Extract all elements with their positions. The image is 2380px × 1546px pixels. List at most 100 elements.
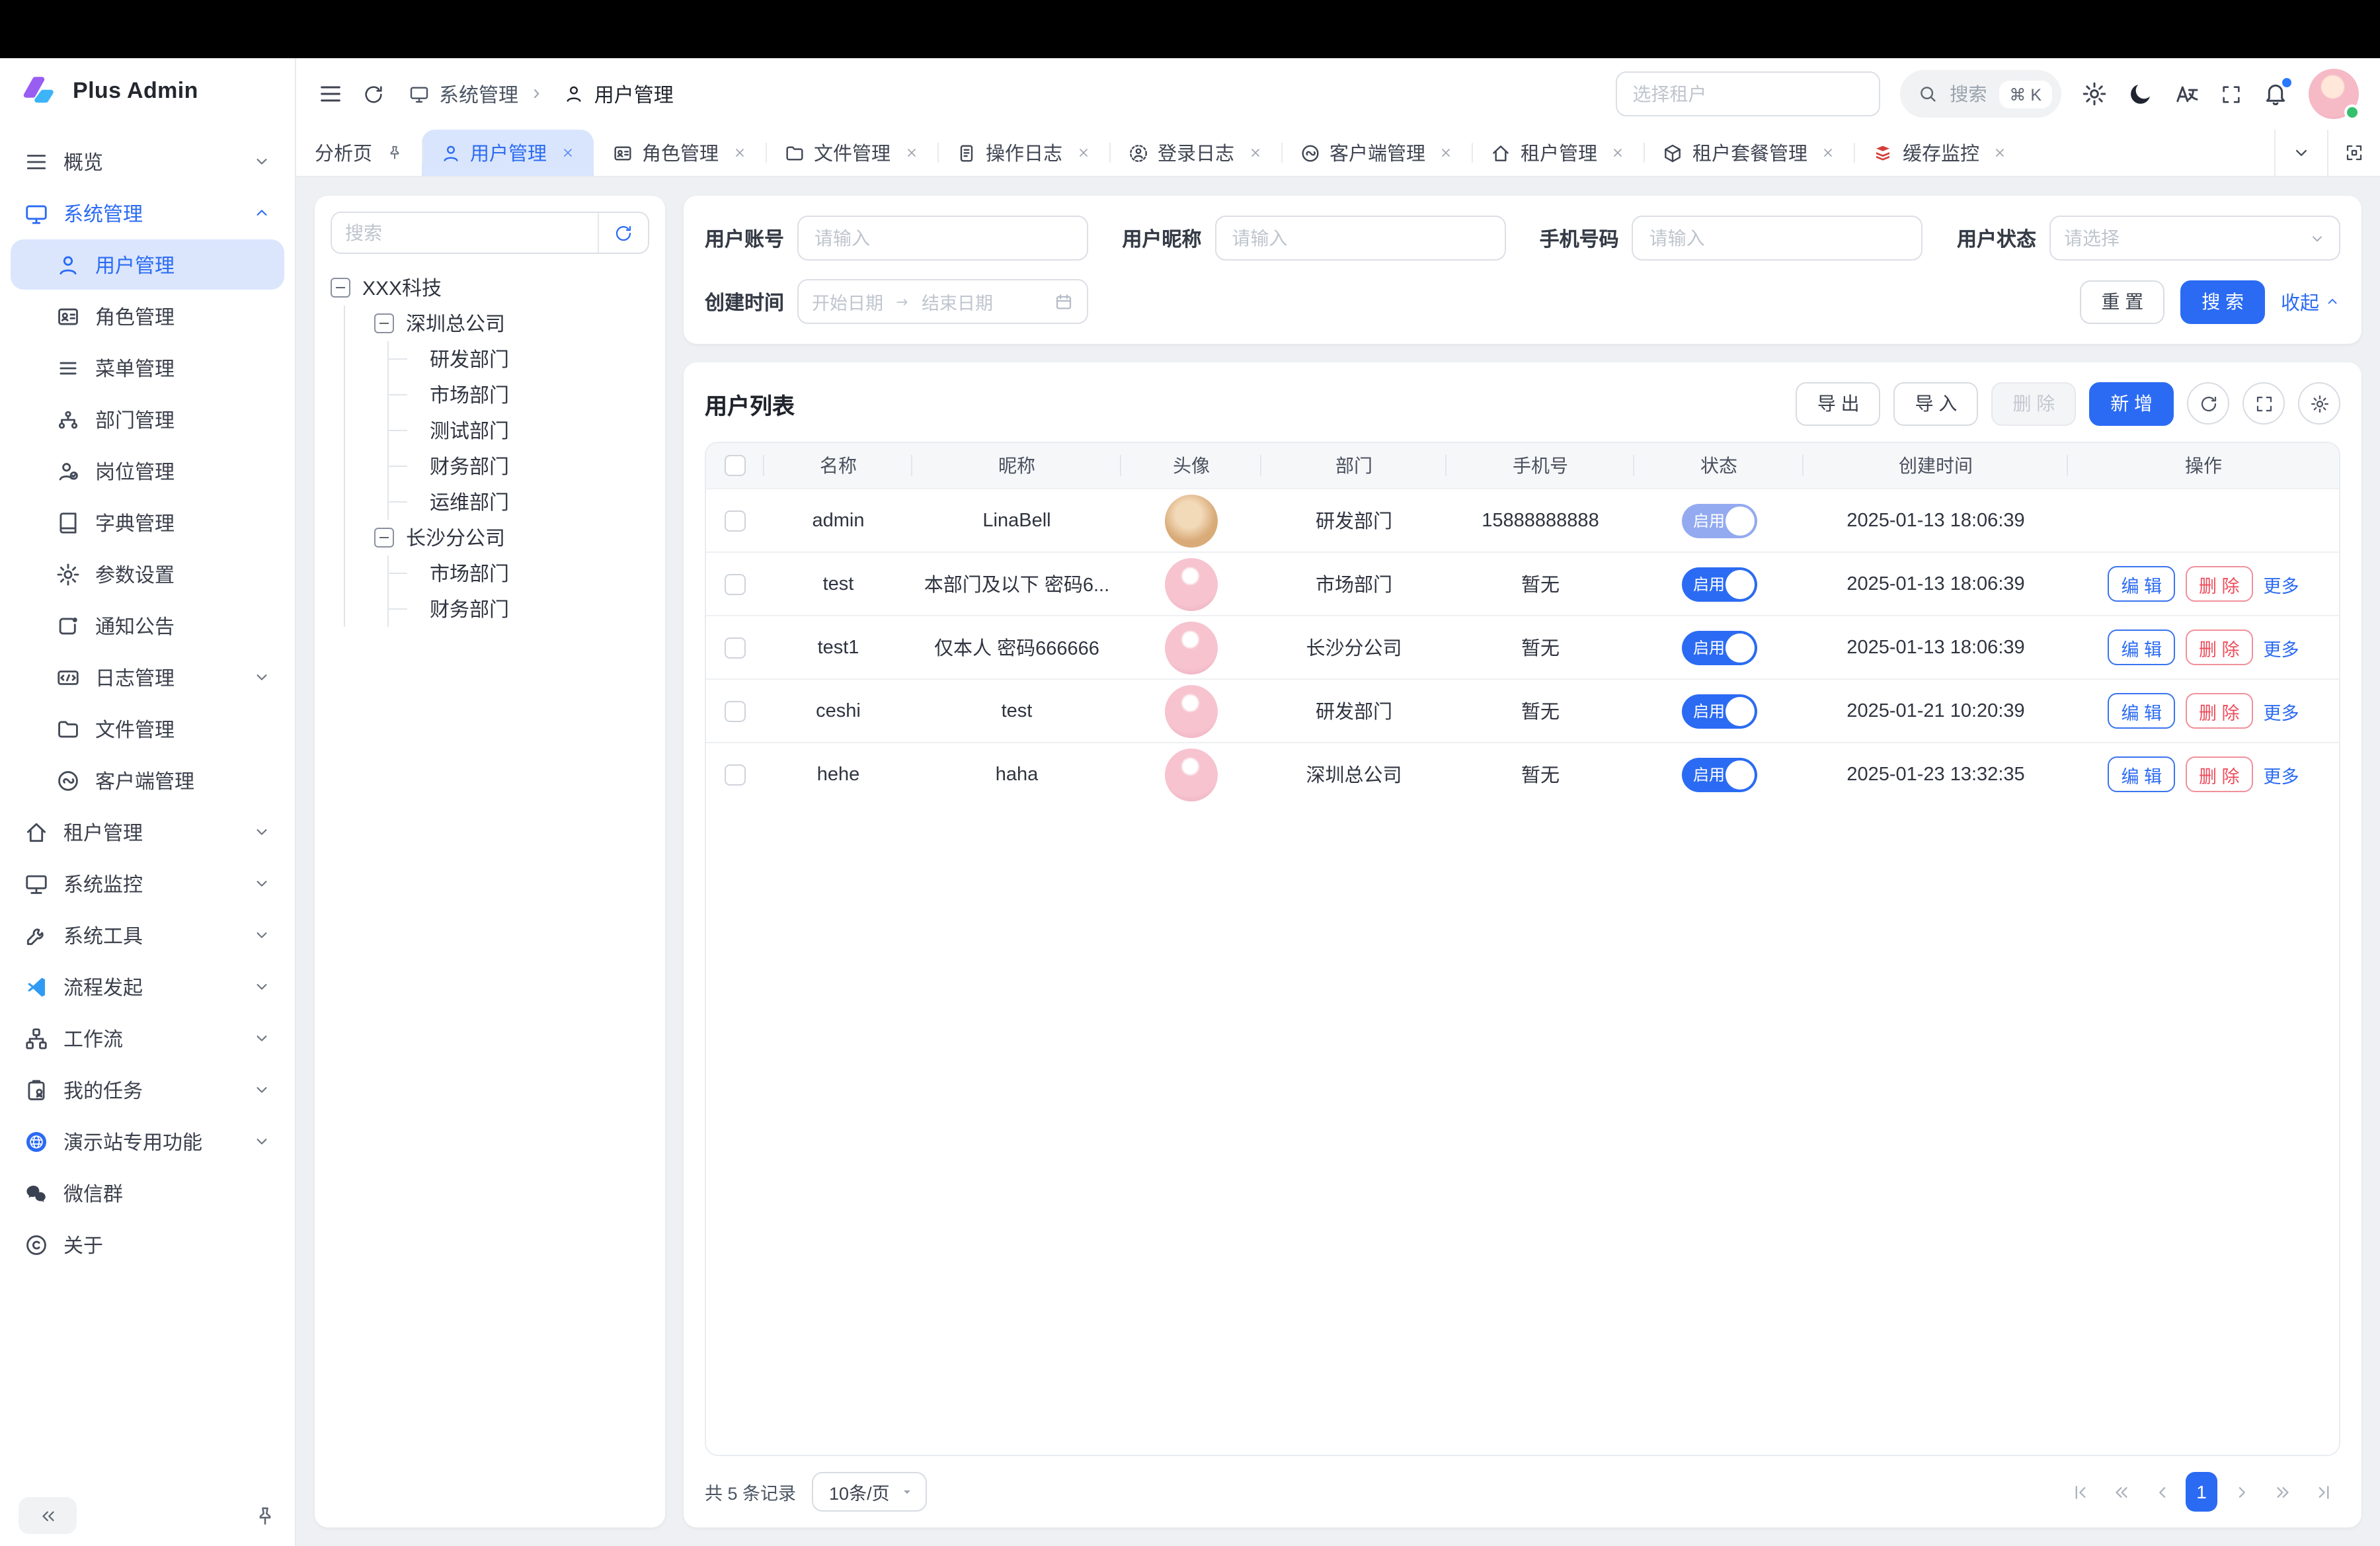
- sidebar-item[interactable]: 日志管理: [11, 652, 284, 702]
- sidebar-item[interactable]: 角色管理: [11, 291, 284, 341]
- sidebar-item[interactable]: 演示站专用功能: [11, 1116, 284, 1166]
- sidebar-item[interactable]: 参数设置: [11, 549, 284, 599]
- status-select[interactable]: 请选择: [2049, 216, 2340, 261]
- sidebar-item[interactable]: 字典管理: [11, 497, 284, 548]
- tree-node[interactable]: 深圳总公司: [345, 305, 649, 341]
- fullscreen-icon[interactable]: [2220, 83, 2242, 105]
- tab-close-icon[interactable]: [560, 145, 575, 160]
- status-toggle[interactable]: 启用: [1681, 694, 1757, 728]
- tab[interactable]: 登录日志: [1109, 130, 1281, 176]
- tab-close-icon[interactable]: [1076, 145, 1090, 160]
- more-link[interactable]: 更多: [2264, 761, 2299, 788]
- sidebar-item[interactable]: 系统管理: [11, 188, 284, 238]
- sidebar-item[interactable]: 系统工具: [11, 910, 284, 960]
- tree-search-input[interactable]: [332, 213, 598, 253]
- tab[interactable]: 文件管理: [765, 130, 937, 176]
- status-toggle[interactable]: 启用: [1681, 567, 1757, 601]
- tree-node-leaf[interactable]: 市场部门: [389, 555, 649, 591]
- gear-icon[interactable]: [2081, 81, 2108, 107]
- tree-refresh-button[interactable]: [598, 213, 648, 253]
- delete-button[interactable]: 删 除: [1991, 382, 2076, 425]
- collapse-filter-link[interactable]: 收起: [2281, 288, 2340, 315]
- sidebar-item[interactable]: 客户端管理: [11, 755, 284, 805]
- tab[interactable]: 操作日志: [937, 130, 1109, 176]
- next-jump-button[interactable]: [2265, 1472, 2299, 1512]
- more-link[interactable]: 更多: [2264, 634, 2299, 661]
- tree-node-leaf[interactable]: 财务部门: [389, 448, 649, 484]
- sidebar-item[interactable]: 流程发起: [11, 961, 284, 1012]
- prev-jump-button[interactable]: [2104, 1472, 2138, 1512]
- status-toggle[interactable]: 启用: [1681, 630, 1757, 665]
- tree-node-leaf[interactable]: 运维部门: [389, 484, 649, 520]
- more-link[interactable]: 更多: [2264, 571, 2299, 597]
- sidebar-item[interactable]: 工作流: [11, 1013, 284, 1063]
- edit-button[interactable]: 编 辑: [2108, 693, 2175, 729]
- breadcrumb-item[interactable]: 用户管理: [518, 80, 674, 108]
- sidebar-item[interactable]: 用户管理: [11, 239, 284, 290]
- tab-close-icon[interactable]: [1610, 145, 1625, 160]
- tab-close-icon[interactable]: [732, 145, 746, 160]
- edit-button[interactable]: 编 辑: [2108, 566, 2175, 602]
- sidebar-item[interactable]: 租户管理: [11, 807, 284, 857]
- select-all-checkbox[interactable]: [725, 455, 746, 476]
- notifications-button[interactable]: [2262, 81, 2289, 107]
- sidebar-item[interactable]: 菜单管理: [11, 343, 284, 393]
- date-range-input[interactable]: 开始日期 结束日期: [797, 279, 1088, 324]
- table-fullscreen-button[interactable]: [2242, 382, 2285, 425]
- row-checkbox[interactable]: [725, 764, 746, 785]
- row-checkbox[interactable]: [725, 700, 746, 721]
- add-button[interactable]: 新 增: [2089, 382, 2174, 425]
- tree-node-leaf[interactable]: 研发部门: [389, 341, 649, 377]
- tab-pin-icon[interactable]: [385, 144, 403, 161]
- column-settings-button[interactable]: [2298, 382, 2340, 425]
- brand[interactable]: Plus Admin: [0, 58, 295, 124]
- sidebar-item[interactable]: 岗位管理: [11, 446, 284, 496]
- tabs-dropdown-button[interactable]: [2274, 130, 2327, 176]
- status-toggle[interactable]: 启用: [1681, 757, 1757, 792]
- edit-button[interactable]: 编 辑: [2108, 756, 2175, 792]
- delete-button[interactable]: 删 除: [2186, 630, 2253, 665]
- reset-button[interactable]: 重 置: [2080, 280, 2164, 323]
- nickname-input[interactable]: [1218, 227, 1501, 249]
- sidebar-item[interactable]: 系统监控: [11, 858, 284, 909]
- page-size-select[interactable]: 10条/页: [812, 1472, 927, 1512]
- tab-close-icon[interactable]: [904, 145, 918, 160]
- sidebar-item[interactable]: 文件管理: [11, 704, 284, 754]
- tab[interactable]: 缓存监控: [1854, 130, 2026, 176]
- row-checkbox[interactable]: [725, 637, 746, 658]
- sidebar-collapse-button[interactable]: [19, 1497, 77, 1534]
- tree-node-leaf[interactable]: 测试部门: [389, 413, 649, 448]
- tab[interactable]: 租户套餐管理: [1644, 130, 1854, 176]
- phone-input[interactable]: [1636, 227, 1919, 249]
- tree-node-root[interactable]: XXX科技: [331, 270, 649, 305]
- refresh-icon[interactable]: [362, 83, 385, 105]
- table-refresh-button[interactable]: [2187, 382, 2229, 425]
- first-page-button[interactable]: [2063, 1472, 2097, 1512]
- last-page-button[interactable]: [2306, 1472, 2340, 1512]
- edit-button[interactable]: 编 辑: [2108, 630, 2175, 665]
- import-button[interactable]: 导 入: [1894, 382, 1979, 425]
- next-page-button[interactable]: [2224, 1472, 2258, 1512]
- status-toggle[interactable]: 启用: [1681, 503, 1757, 538]
- prev-page-button[interactable]: [2145, 1472, 2179, 1512]
- hamburger-menu-icon[interactable]: [317, 81, 344, 107]
- tenant-select-input[interactable]: [1615, 71, 1880, 116]
- tree-node-leaf[interactable]: 财务部门: [389, 591, 649, 627]
- tab-close-icon[interactable]: [1439, 145, 1453, 160]
- row-checkbox[interactable]: [725, 510, 746, 531]
- tab[interactable]: 分析页: [296, 130, 421, 176]
- tree-node-leaf[interactable]: 市场部门: [389, 377, 649, 413]
- tree-node[interactable]: 长沙分公司: [345, 520, 649, 555]
- global-search-button[interactable]: 搜索 ⌘ K: [1899, 70, 2061, 118]
- tab[interactable]: 客户端管理: [1281, 130, 1472, 176]
- delete-button[interactable]: 删 除: [2186, 756, 2253, 792]
- moon-icon[interactable]: [2127, 81, 2154, 107]
- tab[interactable]: 角色管理: [593, 130, 765, 176]
- tree-collapse-box[interactable]: [374, 313, 394, 333]
- sidebar-item[interactable]: 微信群: [11, 1168, 284, 1218]
- translate-icon[interactable]: [2174, 81, 2200, 107]
- delete-button[interactable]: 删 除: [2186, 566, 2253, 602]
- page-number-current[interactable]: 1: [2186, 1472, 2217, 1512]
- sidebar-item[interactable]: 部门管理: [11, 394, 284, 444]
- row-checkbox[interactable]: [725, 573, 746, 594]
